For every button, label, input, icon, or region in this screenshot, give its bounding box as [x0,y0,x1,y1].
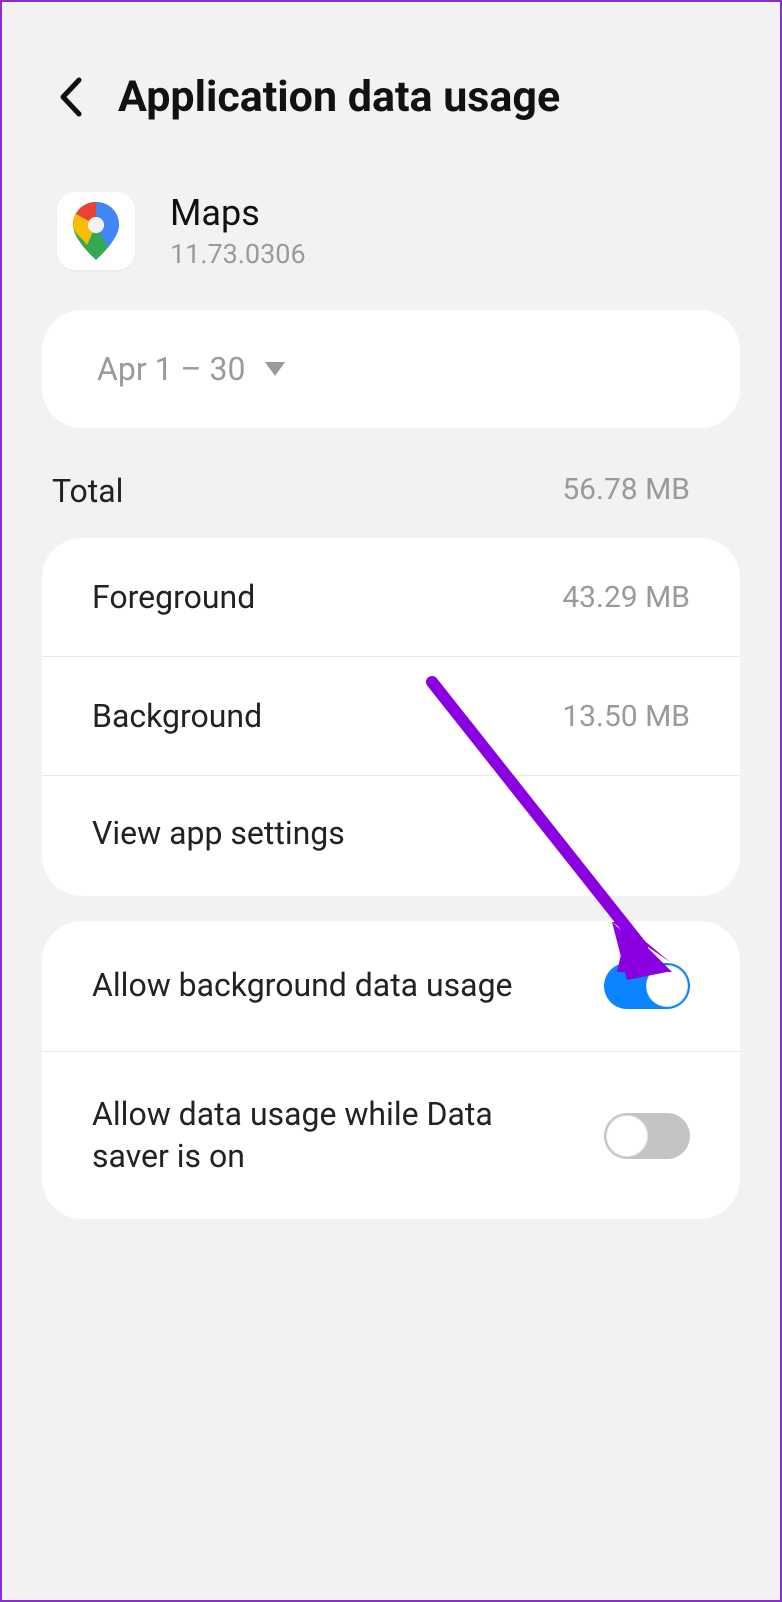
allow-background-data-row[interactable]: Allow background data usage [42,921,740,1052]
app-icon [57,192,135,270]
date-range-card: Apr 1 – 30 [42,310,740,428]
date-range-selector[interactable]: Apr 1 – 30 [42,310,740,428]
page-title: Application data usage [118,72,560,122]
foreground-value: 43.29 MB [562,580,690,615]
chevron-down-icon [265,362,285,376]
background-value: 13.50 MB [562,699,690,734]
total-value: 56.78 MB [562,472,690,510]
allow-background-data-label: Allow background data usage [92,965,513,1007]
chevron-left-icon [57,76,83,118]
back-button[interactable] [57,76,83,118]
allow-data-saver-switch[interactable] [604,1113,690,1159]
view-app-settings-label: View app settings [92,814,345,852]
foreground-row: Foreground 43.29 MB [42,538,740,657]
toggles-card: Allow background data usage Allow data u… [42,921,740,1219]
allow-data-saver-label: Allow data usage while Data saver is on [92,1094,572,1177]
allow-background-data-switch[interactable] [604,963,690,1009]
maps-pin-icon [73,202,119,260]
app-info-row: Maps 11.73.0306 [2,162,780,310]
allow-data-saver-row[interactable]: Allow data usage while Data saver is on [42,1052,740,1219]
app-name: Maps [170,192,306,234]
header: Application data usage [2,2,780,162]
foreground-label: Foreground [92,578,255,616]
background-row: Background 13.50 MB [42,657,740,776]
view-app-settings-link[interactable]: View app settings [42,776,740,896]
total-row: Total 56.78 MB [42,458,740,538]
app-version: 11.73.0306 [170,238,306,270]
background-label: Background [92,697,262,735]
total-label: Total [52,472,123,510]
date-range-label: Apr 1 – 30 [97,350,245,388]
usage-stats-card: Foreground 43.29 MB Background 13.50 MB … [42,538,740,896]
